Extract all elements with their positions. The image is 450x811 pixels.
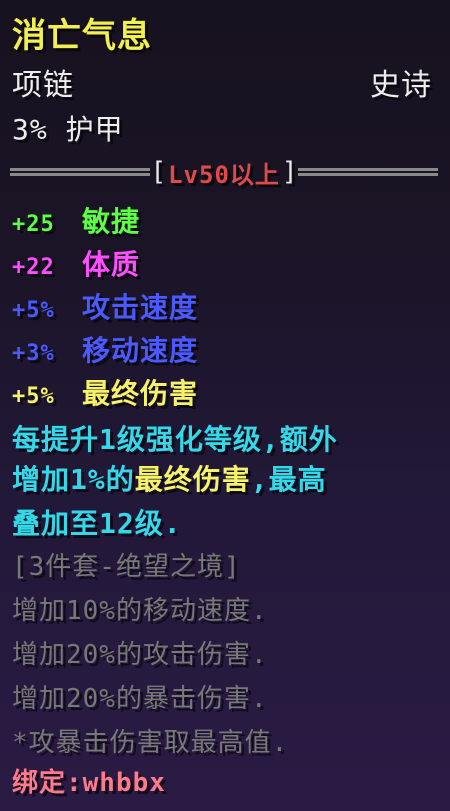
requirement-right-bracket: ] <box>281 157 298 187</box>
description-text: 增加1%的 <box>12 463 135 496</box>
stat-constitution: +22 体质 <box>12 243 140 283</box>
stat-attack-speed: +5% 攻击速度 <box>12 286 198 326</box>
stat-value: +3% <box>12 341 55 366</box>
stat-value: +5% <box>12 298 55 323</box>
item-armor: 3% 护甲 <box>12 113 124 146</box>
description-line: 每提升1级强化等级,额外 <box>12 423 338 456</box>
set-bonus-line: 增加10%的移动速度. <box>12 596 268 626</box>
stat-name: 攻击速度 <box>82 291 199 324</box>
description-text: ,最高 <box>250 463 327 496</box>
set-bonus-note: *攻暴击伤害取最高值. <box>12 728 289 758</box>
stat-name: 敏捷 <box>82 205 141 238</box>
binding-info: 绑定:whbbx <box>12 768 166 798</box>
description-line: 叠加至12级. <box>12 507 182 540</box>
stat-name: 体质 <box>82 248 141 281</box>
set-bonus-line: 增加20%的暴击伤害. <box>12 684 268 714</box>
description-highlight: 最终伤害 <box>134 463 251 496</box>
description-line: 增加1%的最终伤害,最高 <box>12 458 327 498</box>
item-name: 消亡气息 <box>12 16 152 56</box>
requirement-left-bracket: [ <box>150 157 167 187</box>
level-requirement: Lv50以上 <box>168 160 280 189</box>
set-bonus-line: 增加20%的攻击伤害. <box>12 640 268 670</box>
item-slot: 项链 <box>12 68 74 103</box>
item-tooltip: 消亡气息 项链 史诗 3% 护甲 [ Lv50以上 ] +25 敏捷 +22 体质 … <box>0 0 450 811</box>
set-bonus-title: [3件套-绝望之境] <box>12 552 241 582</box>
stat-agility: +25 敏捷 <box>12 200 140 240</box>
level-requirement-separator: [ Lv50以上 ] <box>10 152 439 192</box>
stat-value: +25 <box>12 212 55 237</box>
separator-left-line <box>10 168 151 176</box>
separator-right-line <box>297 168 439 176</box>
stat-name: 移动速度 <box>82 334 199 367</box>
stat-value: +22 <box>12 255 55 280</box>
stat-final-damage: +5% 最终伤害 <box>12 372 198 412</box>
stat-name: 最终伤害 <box>82 377 199 410</box>
item-rarity: 史诗 <box>370 68 432 103</box>
stat-value: +5% <box>12 384 55 409</box>
stat-move-speed: +3% 移动速度 <box>12 329 198 369</box>
